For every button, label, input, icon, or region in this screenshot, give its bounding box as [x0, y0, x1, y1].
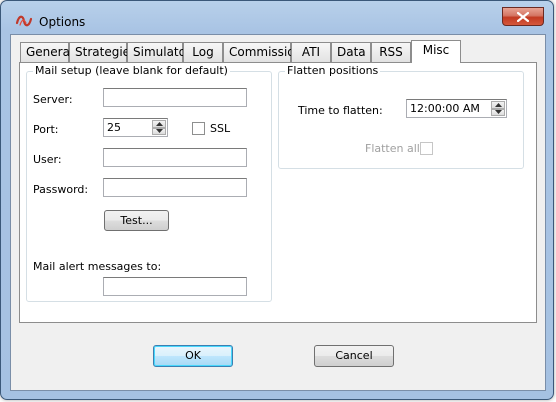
password-input[interactable] — [103, 178, 247, 197]
tab-misc[interactable]: Misc — [411, 40, 461, 63]
time-to-flatten-label: Time to flatten: — [298, 104, 383, 117]
ok-button[interactable]: OK — [153, 345, 233, 367]
tab-rss[interactable]: RSS — [371, 42, 411, 62]
spin-down-icon — [155, 129, 163, 134]
port-stepper[interactable]: 25 — [103, 118, 168, 137]
test-button[interactable]: Test... — [104, 210, 169, 231]
tab-data[interactable]: Data — [331, 42, 371, 62]
port-spin-up[interactable] — [152, 120, 166, 128]
options-dialog: Options General Strategies Simulator Log… — [0, 0, 554, 400]
mail-alert-input[interactable] — [103, 277, 247, 296]
tab-strategies[interactable]: Strategies — [69, 42, 136, 62]
dialog-client-area: General Strategies Simulator Log Commiss… — [10, 34, 546, 391]
flatten-all-checkbox[interactable] — [420, 142, 433, 155]
tab-ati[interactable]: ATI — [291, 42, 331, 62]
cancel-button[interactable]: Cancel — [314, 345, 394, 367]
spin-up-icon — [155, 121, 163, 126]
app-logo-icon — [15, 15, 33, 27]
tab-simulator[interactable]: Simulator — [127, 42, 191, 62]
flatten-positions-title: Flatten positions — [285, 64, 381, 77]
user-input[interactable] — [103, 148, 247, 167]
time-to-flatten-value: 12:00:00 AM — [410, 102, 480, 115]
window-title: Options — [39, 15, 86, 29]
tab-general[interactable]: General — [20, 42, 73, 62]
spin-down-icon — [494, 110, 502, 115]
ssl-checkbox[interactable] — [192, 122, 205, 135]
tab-log[interactable]: Log — [183, 42, 223, 62]
time-spin-up[interactable] — [491, 101, 505, 109]
mail-alert-label: Mail alert messages to: — [33, 260, 162, 273]
port-spin-buttons — [152, 120, 166, 135]
user-label: User: — [33, 153, 62, 166]
mail-setup-title: Mail setup (leave blank for default) — [33, 64, 230, 77]
time-spin-buttons — [491, 101, 505, 116]
server-input[interactable] — [103, 88, 247, 107]
misc-tab-panel: Mail setup (leave blank for default) Ser… — [19, 62, 537, 323]
port-spin-down[interactable] — [152, 127, 166, 135]
spin-up-icon — [494, 102, 502, 107]
close-button[interactable] — [502, 7, 544, 26]
password-label: Password: — [33, 183, 89, 196]
ssl-label: SSL — [210, 122, 231, 135]
port-value: 25 — [107, 121, 121, 134]
time-spin-down[interactable] — [491, 108, 505, 116]
time-to-flatten-picker[interactable]: 12:00:00 AM — [406, 99, 507, 118]
mail-setup-group: Mail setup (leave blank for default) Ser… — [26, 64, 272, 302]
close-icon — [517, 11, 529, 22]
tab-commission[interactable]: Commission — [223, 42, 302, 62]
flatten-positions-group: Flatten positions Time to flatten: 12:00… — [278, 64, 524, 169]
port-label: Port: — [33, 123, 59, 136]
flatten-all-label: Flatten all — [365, 142, 420, 155]
server-label: Server: — [33, 93, 73, 106]
